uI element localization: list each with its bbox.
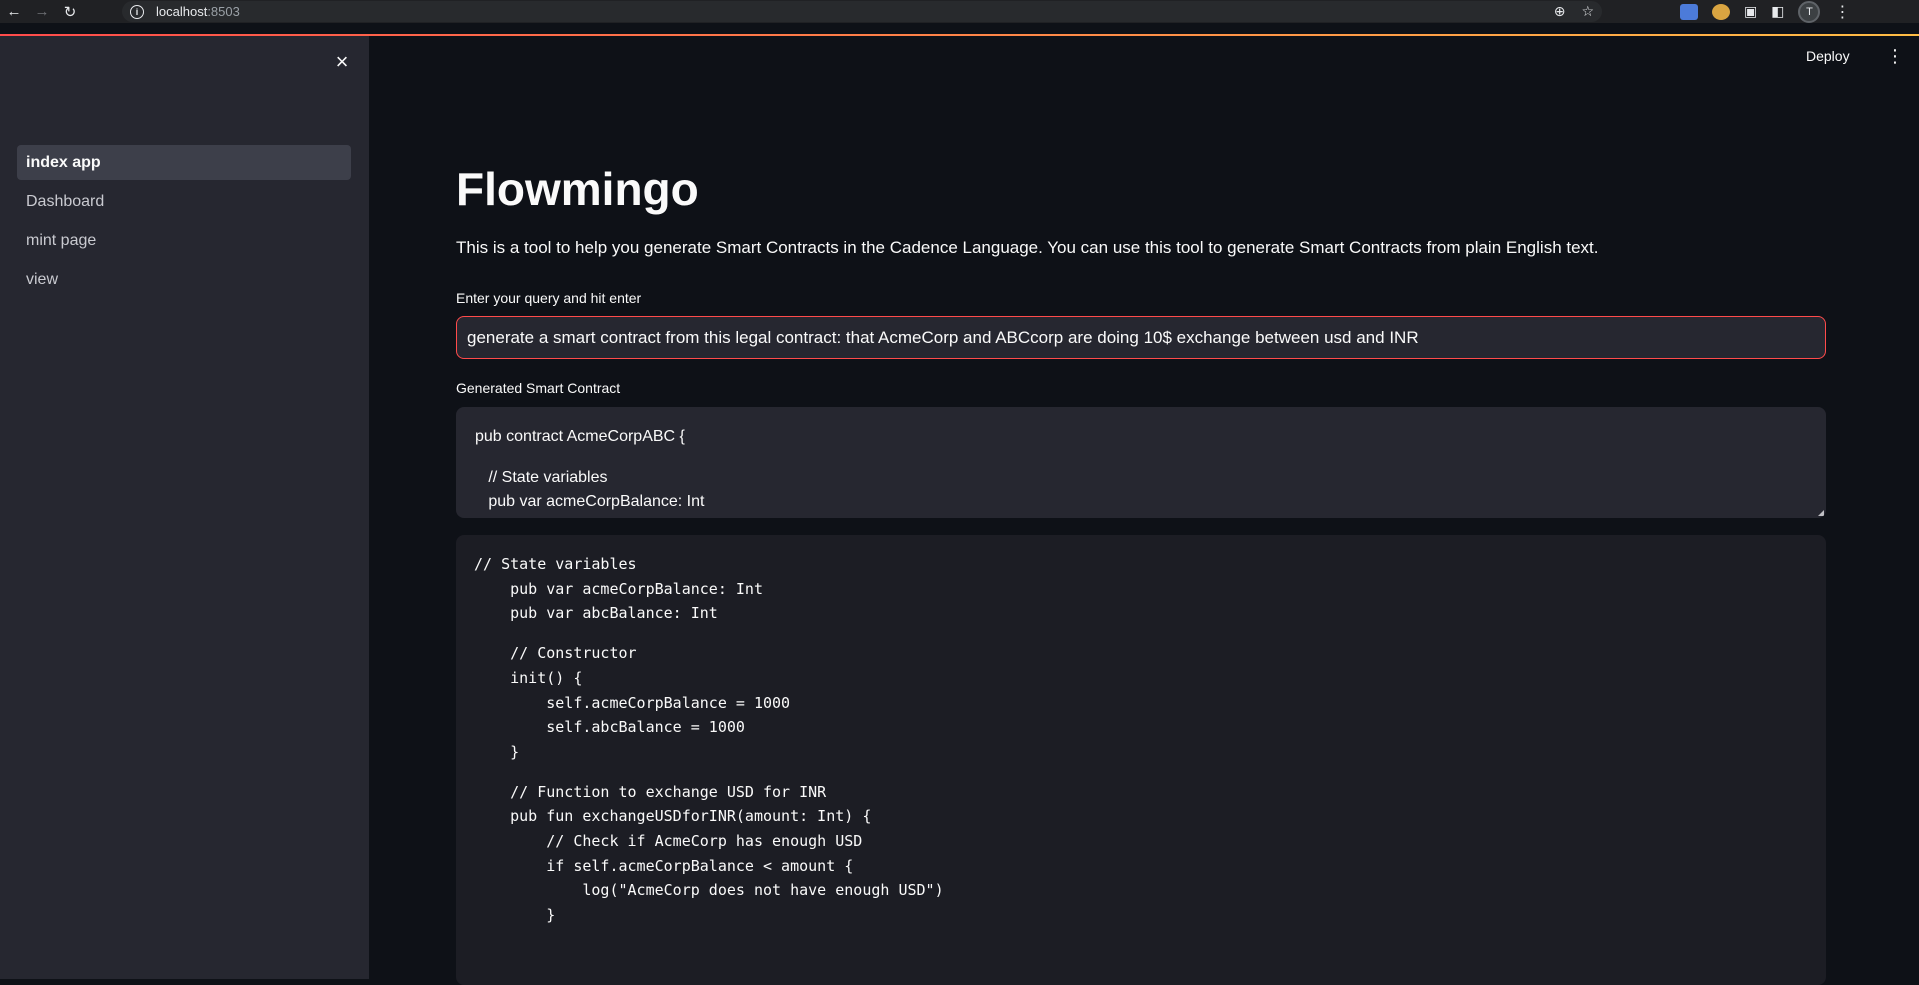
code-line: init() { [474,668,583,687]
sidebar-nav: index app Dashboard mint page view [17,145,351,301]
main-content: Flowmingo This is a tool to help you gen… [456,160,1826,985]
url-host: localhost [156,4,208,19]
generated-contract-line: pub contract AcmeCorpABC { [475,428,685,445]
code-line: // Check if AcmeCorp has enough USD [474,832,863,851]
generated-contract-textarea[interactable]: pub contract AcmeCorpABC { // State vari… [456,407,1826,518]
generated-contract-line [475,450,1807,466]
profile-avatar[interactable]: T [1798,0,1821,23]
code-line: } [474,742,520,761]
code-line: self.acmeCorpBalance = 1000 [474,693,791,712]
sidebar-item-mint-page[interactable]: mint page [17,223,351,258]
sidebar-item-dashboard[interactable]: Dashboard [17,184,351,219]
address-bar[interactable]: i localhost :8503 ⊕ ☆ [122,1,1602,22]
page-title: Flowmingo [456,163,699,215]
code-line: // State variables [474,555,637,573]
deploy-button[interactable]: Deploy [1806,48,1850,64]
extension-icon[interactable] [1712,3,1730,20]
reload-icon[interactable]: ↻ [56,1,84,23]
side-panel-icon[interactable]: ◧ [1771,3,1784,20]
site-info-icon[interactable]: i [130,4,144,19]
code-line: self.abcBalance = 1000 [474,718,745,737]
sidebar-item-view[interactable]: view [17,262,351,297]
back-arrow-icon[interactable]: ← [0,1,28,23]
code-line: } [474,906,556,925]
main-menu-icon[interactable]: ⋮ [1886,46,1904,67]
browser-menu-icon[interactable]: ⋮ [1834,2,1850,22]
code-line: pub var acmeCorpBalance: Int [474,579,763,598]
translate-extension-icon[interactable] [1680,3,1698,20]
code-line: // Constructor [474,644,637,663]
bookmark-star-icon[interactable]: ☆ [1581,3,1594,20]
code-line: pub fun exchangeUSDforINR(amount: Int) { [474,807,872,826]
sidebar: × index app Dashboard mint page view [0,36,369,979]
zoom-icon[interactable]: ⊕ [1554,3,1566,20]
code-line: // Function to exchange USD for INR [474,782,827,801]
generated-contract-line: // State variables [475,468,608,486]
page-description: This is a tool to help you generate Smar… [456,238,1599,257]
generated-contract-line: pub var acmeCorpBalance: Int [475,493,705,510]
generated-contract-label: Generated Smart Contract [456,380,621,396]
code-block: // State variables pub var acmeCorpBalan… [456,535,1826,985]
code-line: log("AcmeCorp does not have enough USD") [474,881,944,900]
resize-handle-icon[interactable] [1818,510,1824,516]
sidebar-item-index-app[interactable]: index app [17,145,351,180]
browser-toolbar: ← → ↻ i localhost :8503 ⊕ ☆ ▣ ◧ T ⋮ [0,0,1919,23]
code-line: if self.acmeCorpBalance < amount { [474,856,854,875]
puzzle-extensions-icon[interactable]: ▣ [1744,3,1757,20]
url-port: :8503 [207,4,240,19]
query-input[interactable]: generate a smart contract from this lega… [456,316,1826,359]
forward-arrow-icon[interactable]: → [28,1,56,23]
query-label: Enter your query and hit enter [456,290,642,306]
code-line: pub var abcBalance: Int [474,604,718,623]
close-sidebar-icon[interactable]: × [332,51,352,73]
